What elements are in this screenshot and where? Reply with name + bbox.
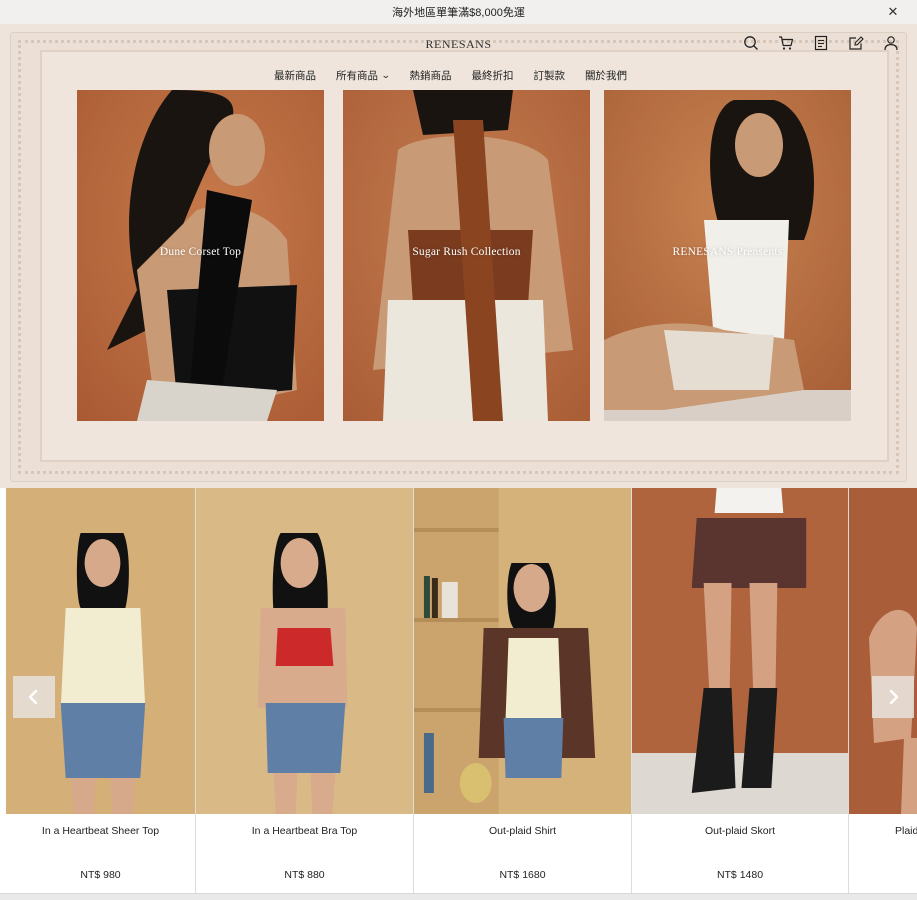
carousel-next-button[interactable] (872, 676, 914, 718)
nav-item-new[interactable]: 最新商品 (264, 68, 326, 83)
nav-item-custom[interactable]: 訂製款 (524, 68, 576, 83)
product-card[interactable]: In a Heartbeat Bra Top NT$ 880 (196, 488, 414, 894)
product-card[interactable]: Out-plaid Shirt NT$ 1680 (414, 488, 632, 894)
close-icon[interactable]: ✕ (885, 4, 901, 20)
edit-icon[interactable] (848, 35, 864, 51)
hero-card-dune-corset-top[interactable]: Dune Corset Top (77, 90, 324, 421)
hero-card-sugar-rush[interactable]: Sugar Rush Collection (343, 90, 590, 421)
nav-item-label: 訂製款 (533, 70, 566, 82)
product-price: NT$ 1480 (716, 869, 764, 881)
product-image (849, 488, 917, 814)
product-name: Plaid (895, 825, 917, 837)
main-nav: 最新商品 所有商品 ⌄ 熱銷商品 最終折扣 訂製款 關於我們 (0, 68, 917, 83)
chevron-right-icon (889, 689, 899, 705)
hero-card-title: Dune Corset Top (159, 246, 242, 258)
nav-item-label: 所有商品 (335, 70, 378, 82)
product-price: NT$ 1680 (499, 869, 546, 881)
product-name: In a Heartbeat Sheer Top (41, 825, 160, 837)
product-image (196, 488, 413, 814)
cart-icon[interactable] (778, 35, 794, 51)
chevron-down-icon: ⌄ (380, 70, 391, 80)
product-image (414, 488, 631, 814)
product-name: Out-plaid Skort (704, 825, 776, 837)
nav-item-label: 熱銷商品 (409, 70, 452, 82)
product-image (6, 488, 195, 814)
account-icon[interactable] (883, 35, 899, 51)
product-price: NT$ 880 (284, 869, 325, 881)
product-name: Out-plaid Shirt (488, 825, 557, 837)
hero-card-title: Sugar Rush Collection (412, 246, 521, 258)
announcement-text: 海外地區單筆滿$8,000免運 (392, 7, 525, 19)
product-image (632, 488, 848, 814)
chevron-left-icon (28, 689, 38, 705)
nav-item-about[interactable]: 關於我們 (575, 68, 637, 83)
nav-item-label: 最新商品 (273, 70, 316, 82)
nav-item-final-sale[interactable]: 最終折扣 (462, 68, 524, 83)
product-price: NT$ 980 (80, 869, 121, 881)
carousel-prev-button[interactable] (13, 676, 55, 718)
product-card[interactable]: Out-plaid Skort NT$ 1480 (632, 488, 849, 894)
announcement-bar: 海外地區單筆滿$8,000免運 ✕ (0, 0, 917, 24)
product-name: In a Heartbeat Bra Top (251, 825, 358, 837)
product-carousel: In a Heartbeat Sheer Top NT$ 980 In a He… (0, 488, 917, 900)
divider (0, 894, 917, 900)
nav-item-all-products[interactable]: 所有商品 ⌄ (326, 68, 400, 83)
nav-item-bestsellers[interactable]: 熱銷商品 (400, 68, 462, 83)
header-icons (743, 35, 899, 51)
nav-item-label: 關於我們 (585, 70, 628, 82)
nav-item-label: 最終折扣 (471, 70, 514, 82)
order-list-icon[interactable] (813, 35, 829, 51)
search-icon[interactable] (743, 35, 759, 51)
hero-card-title: RENESANS Prensents (672, 246, 783, 258)
hero-card-renesans-presents[interactable]: RENESANS Prensents (604, 90, 851, 421)
